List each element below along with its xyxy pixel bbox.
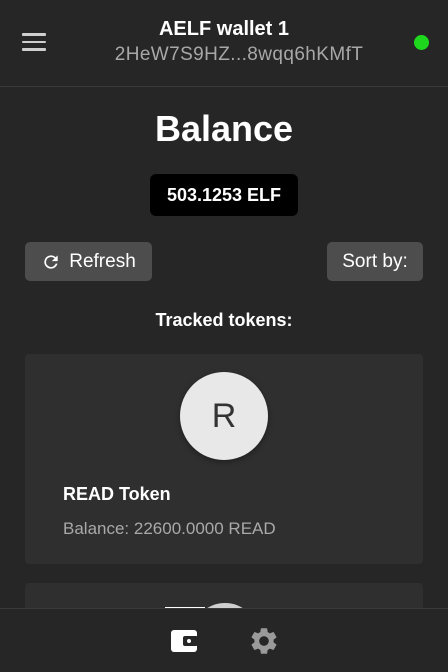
sort-by-label: Sort by:: [342, 250, 408, 272]
token-card[interactable]: R READ Token Balance: 22600.0000 READ: [25, 354, 423, 564]
nav-settings[interactable]: [246, 623, 282, 659]
wallet-icon: [171, 630, 198, 652]
bottom-navigation: [0, 608, 448, 672]
refresh-icon: [44, 254, 58, 269]
page-title: Balance: [154, 108, 294, 149]
refresh-button[interactable]: Refresh: [25, 242, 152, 281]
balance-value: 503.1253 ELF: [150, 174, 298, 216]
gear-icon: [251, 628, 277, 654]
token-avatar: R: [180, 372, 268, 460]
wallet-address[interactable]: 2HeW7S9HZ...8wqq6hKMfT: [0, 44, 448, 66]
token-balance: Balance: 22600.0000 READ: [63, 519, 276, 538]
sort-by-button[interactable]: Sort by:: [327, 242, 423, 281]
refresh-button-label: Refresh: [69, 250, 136, 272]
token-name: READ Token: [63, 484, 171, 504]
wallet-name: AELF wallet 1: [158, 18, 290, 40]
app-header: AELF wallet 1 2HeW7S9HZ...8wqq6hKMfT: [0, 0, 448, 87]
connection-status-indicator: [414, 35, 429, 50]
nav-wallet[interactable]: [167, 623, 203, 659]
tracked-tokens-heading: Tracked tokens:: [155, 310, 293, 330]
